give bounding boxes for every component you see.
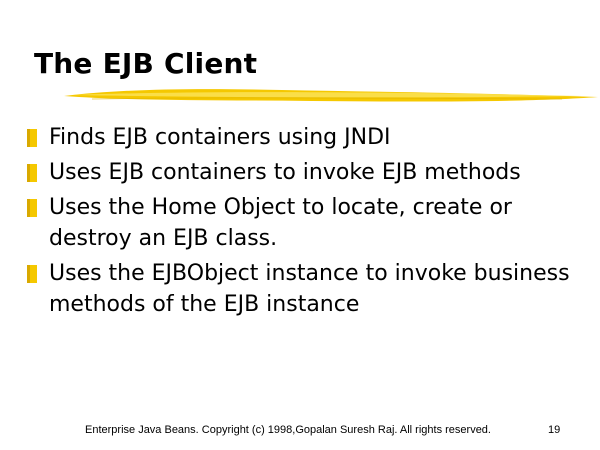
bullet-text: Uses the EJBObject instance to invoke bu… bbox=[49, 261, 570, 317]
yellow-square-bullet-icon bbox=[27, 164, 37, 182]
bullet-item: Uses EJB containers to invoke EJB method… bbox=[20, 157, 590, 188]
bullet-item: Finds EJB containers using JNDI bbox=[20, 122, 590, 153]
footer-copyright: Enterprise Java Beans. Copyright (c) 199… bbox=[85, 424, 491, 436]
slide-title: The EJB Client bbox=[34, 47, 258, 80]
bullet-text: Uses EJB containers to invoke EJB method… bbox=[49, 160, 521, 185]
title-underline-brush-stroke bbox=[64, 89, 598, 102]
bullet-text: Uses the Home Object to locate, create o… bbox=[49, 195, 512, 251]
slide: The EJB Client Finds EJB containers usin… bbox=[0, 0, 600, 450]
yellow-square-bullet-icon bbox=[27, 129, 37, 147]
yellow-square-bullet-icon bbox=[27, 265, 37, 283]
bullet-item: Uses the Home Object to locate, create o… bbox=[20, 192, 590, 254]
bullet-text: Finds EJB containers using JNDI bbox=[49, 125, 391, 150]
bullet-item: Uses the EJBObject instance to invoke bu… bbox=[20, 258, 590, 320]
yellow-square-bullet-icon bbox=[27, 199, 37, 217]
bullet-list: Finds EJB containers using JNDI Uses EJB… bbox=[20, 122, 590, 324]
page-number: 19 bbox=[548, 424, 561, 436]
